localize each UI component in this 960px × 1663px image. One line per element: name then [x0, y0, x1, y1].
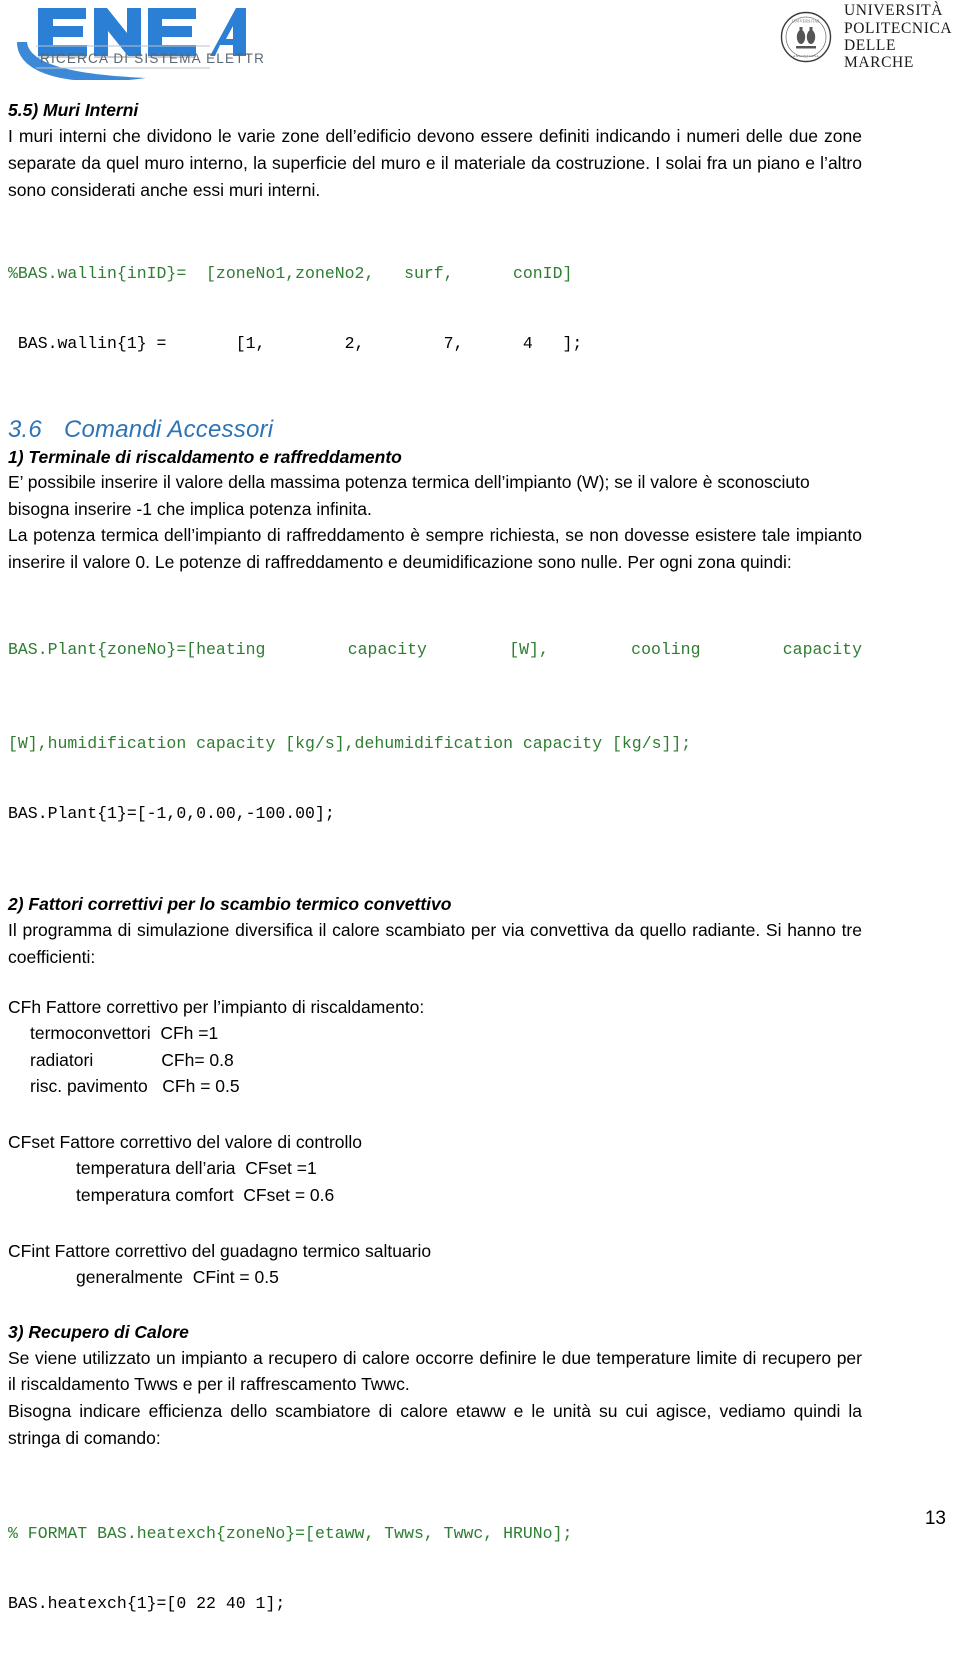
paragraph-item-2: Il programma di simulazione diversifica …: [8, 919, 862, 967]
section-title-text: Comandi Accessori: [63, 415, 274, 443]
enea-logo: RICERCA DI SISTEMA ELETTRICO: [14, 2, 291, 82]
university-line-1: UNIVERSITÀ: [844, 2, 943, 20]
cfh-row: radiatori CFh= 0.8: [30, 1049, 234, 1070]
cfint-title: CFint Fattore correttivo del guadagno te…: [8, 1240, 432, 1261]
code-line: BAS.Plant{zoneNo}=[heating capacity [W],…: [8, 640, 862, 660]
code-line: BAS.wallin{1} = [1, 2, 7, 4 ];: [8, 334, 583, 354]
code-block-plant: BAS.Plant{zoneNo}=[heating capacity [W],…: [8, 591, 862, 872]
document-body: 5.5) Muri Interni I muri interni che div…: [0, 100, 960, 1663]
university-logo: UNIVERSITAS ANCONITANA UNIVERSITÀ POLITE…: [780, 2, 960, 71]
cfint-row: generalmente CFint = 0.5: [76, 1267, 279, 1288]
heading-item-2: 2) Fattori correttivi per lo scambio ter…: [8, 894, 452, 915]
code-line: [W],humidification capacity [kg/s],dehum…: [8, 733, 692, 753]
cfset-row: temperatura dell’aria CFset =1: [76, 1158, 317, 1179]
university-line-3: DELLE MARCHE: [844, 37, 914, 72]
university-line-2: POLITECNICA: [844, 19, 953, 37]
paragraph-item-3-a: Se viene utilizzato un impianto a recupe…: [8, 1347, 862, 1395]
cfh-row: risc. pavimento CFh = 0.5: [30, 1075, 240, 1096]
code-line: BAS.Plant{1}=[-1,0,0.00,-100.00];: [8, 804, 335, 824]
svg-text:ANCONITANA: ANCONITANA: [793, 54, 819, 58]
code-line: BAS.heatexch{1}=[0 22 40 1];: [8, 1594, 286, 1614]
code-line: %BAS.wallin{inID}= [zoneNo1,zoneNo2, sur…: [8, 263, 573, 283]
enea-tagline: RICERCA DI SISTEMA ELETTRICO: [40, 51, 264, 66]
paragraph-item-1-b: La potenza termica dell’impianto di raff…: [8, 525, 862, 572]
cfset-title: CFset Fattore correttivo del valore di c…: [8, 1132, 363, 1153]
cfh-title: CFh Fattore correttivo per l’impianto di…: [8, 997, 425, 1018]
code-line: % FORMAT BAS.heatexch{zoneNo}=[etaww, Tw…: [8, 1524, 573, 1544]
university-seal-icon: UNIVERSITAS ANCONITANA: [780, 11, 832, 63]
paragraph-item-3-b: Bisogna indicare efficienza dello scambi…: [8, 1401, 862, 1448]
section-heading-3-6: 3.6 Comandi Accessori: [8, 415, 862, 445]
section-number: 3.6: [8, 415, 42, 443]
page-header: RICERCA DI SISTEMA ELETTRICO UNIVERSITAS…: [0, 0, 960, 100]
paragraph-5-5: I muri interni che dividono le varie zon…: [8, 126, 862, 200]
heading-5-5: 5.5) Muri Interni: [8, 100, 139, 120]
cfh-row: termoconvettori CFh =1: [30, 1023, 219, 1044]
svg-text:UNIVERSITAS: UNIVERSITAS: [792, 20, 820, 24]
heading-item-3: 3) Recupero di Calore: [8, 1322, 189, 1343]
code-block-heatexch: % FORMAT BAS.heatexch{zoneNo}=[etaww, Tw…: [8, 1475, 862, 1662]
page-number: 13: [924, 1508, 946, 1529]
heading-item-1: 1) Terminale di riscaldamento e raffredd…: [8, 446, 402, 467]
code-block-wallin: %BAS.wallin{inID}= [zoneNo1,zoneNo2, sur…: [8, 215, 862, 402]
paragraph-item-1-a: E’ possibile inserire il valore della ma…: [8, 472, 810, 519]
university-wordmark: UNIVERSITÀ POLITECNICA DELLE MARCHE: [844, 2, 960, 71]
cfset-row: temperatura comfort CFset = 0.6: [76, 1184, 335, 1205]
